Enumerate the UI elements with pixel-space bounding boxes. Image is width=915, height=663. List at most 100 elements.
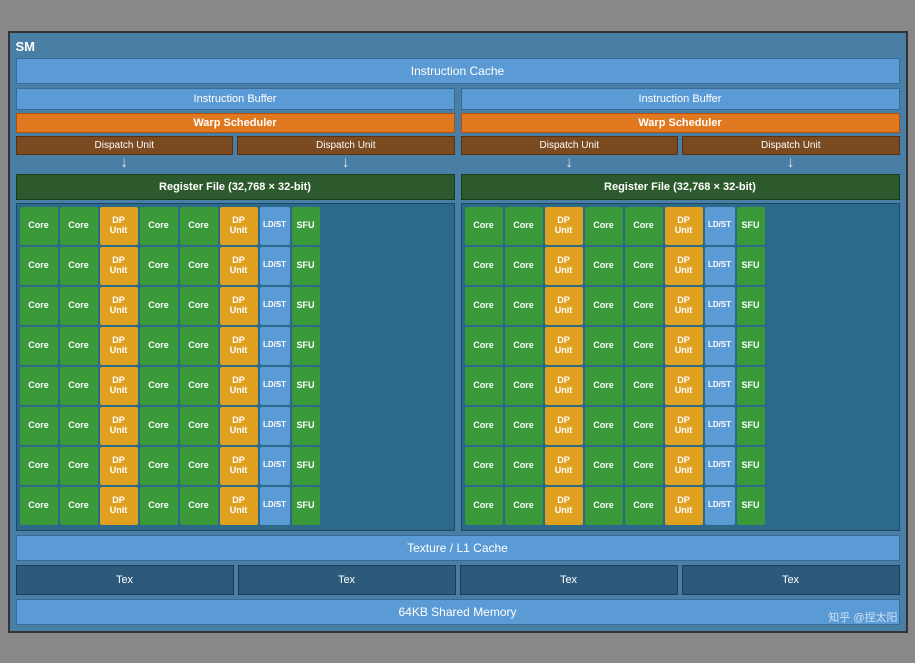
core-row: CoreCoreDP UnitCoreCoreDP UnitLD/STSFU	[465, 327, 896, 365]
right-dispatch-unit-1: Dispatch Unit ↓	[461, 136, 679, 171]
core-cell: Core	[20, 247, 58, 285]
watermark: 知乎 @捏太阳	[828, 609, 897, 625]
core-cell: Core	[140, 407, 178, 445]
dp-unit-cell: DP Unit	[220, 447, 258, 485]
core-cell: Core	[585, 407, 623, 445]
left-dispatch-unit-2: Dispatch Unit ↓	[237, 136, 455, 171]
dp-unit-cell: DP Unit	[545, 247, 583, 285]
dp-unit-cell: DP Unit	[100, 367, 138, 405]
dp-unit-cell: DP Unit	[665, 287, 703, 325]
ld/st-cell: LD/ST	[705, 407, 735, 445]
core-row: CoreCoreDP UnitCoreCoreDP UnitLD/STSFU	[465, 247, 896, 285]
core-cell: Core	[505, 327, 543, 365]
tex-box-1: Tex	[16, 565, 234, 595]
dp-unit-cell: DP Unit	[220, 407, 258, 445]
core-cell: Core	[505, 247, 543, 285]
dp-unit-cell: DP Unit	[100, 447, 138, 485]
core-row: CoreCoreDP UnitCoreCoreDP UnitLD/STSFU	[465, 407, 896, 445]
core-cell: Core	[465, 447, 503, 485]
core-cell: Core	[180, 447, 218, 485]
ld/st-cell: LD/ST	[260, 447, 290, 485]
ld/st-cell: LD/ST	[260, 367, 290, 405]
dp-unit-cell: DP Unit	[665, 407, 703, 445]
core-cell: Core	[625, 447, 663, 485]
ld/st-cell: LD/ST	[705, 327, 735, 365]
core-cell: Core	[180, 327, 218, 365]
core-cell: Core	[505, 407, 543, 445]
sfu-cell: SFU	[737, 447, 765, 485]
core-cell: Core	[140, 327, 178, 365]
two-column-section: Instruction Buffer Warp Scheduler Dispat…	[16, 88, 900, 531]
core-cell: Core	[505, 487, 543, 525]
core-cell: Core	[60, 247, 98, 285]
sfu-cell: SFU	[292, 367, 320, 405]
sfu-cell: SFU	[292, 327, 320, 365]
core-cell: Core	[505, 287, 543, 325]
ld/st-cell: LD/ST	[705, 207, 735, 245]
dp-unit-cell: DP Unit	[100, 247, 138, 285]
core-cell: Core	[465, 247, 503, 285]
dp-unit-cell: DP Unit	[665, 487, 703, 525]
tex-row: Tex Tex Tex Tex	[16, 565, 900, 595]
dp-unit-cell: DP Unit	[545, 487, 583, 525]
core-row: CoreCoreDP UnitCoreCoreDP UnitLD/STSFU	[465, 487, 896, 525]
core-cell: Core	[465, 487, 503, 525]
core-cell: Core	[20, 327, 58, 365]
right-instruction-buffer: Instruction Buffer	[461, 88, 900, 110]
left-warp-scheduler: Warp Scheduler	[16, 113, 455, 133]
left-dispatch-box-1: Dispatch Unit	[16, 136, 234, 155]
right-arrow-1: ↓	[565, 155, 573, 171]
core-cell: Core	[60, 207, 98, 245]
tex-box-4: Tex	[682, 565, 900, 595]
core-cell: Core	[465, 207, 503, 245]
sm-label: SM	[16, 39, 900, 54]
core-cell: Core	[20, 407, 58, 445]
right-arrow-2: ↓	[787, 155, 795, 171]
sfu-cell: SFU	[737, 207, 765, 245]
ld/st-cell: LD/ST	[705, 487, 735, 525]
core-cell: Core	[140, 207, 178, 245]
dp-unit-cell: DP Unit	[100, 487, 138, 525]
core-cell: Core	[625, 247, 663, 285]
ld/st-cell: LD/ST	[705, 367, 735, 405]
core-cell: Core	[180, 247, 218, 285]
dp-unit-cell: DP Unit	[100, 327, 138, 365]
dp-unit-cell: DP Unit	[100, 287, 138, 325]
core-cell: Core	[585, 447, 623, 485]
core-cell: Core	[20, 367, 58, 405]
core-cell: Core	[625, 327, 663, 365]
left-dispatch-row: Dispatch Unit ↓ Dispatch Unit ↓	[16, 136, 455, 171]
core-cell: Core	[20, 287, 58, 325]
sfu-cell: SFU	[737, 407, 765, 445]
core-cell: Core	[60, 287, 98, 325]
left-arrow-1: ↓	[120, 155, 128, 171]
core-cell: Core	[60, 407, 98, 445]
sfu-cell: SFU	[737, 487, 765, 525]
left-cores-grid: CoreCoreDP UnitCoreCoreDP UnitLD/STSFUCo…	[16, 203, 455, 531]
core-cell: Core	[180, 407, 218, 445]
dp-unit-cell: DP Unit	[665, 367, 703, 405]
ld/st-cell: LD/ST	[260, 487, 290, 525]
right-cores-grid: CoreCoreDP UnitCoreCoreDP UnitLD/STSFUCo…	[461, 203, 900, 531]
sfu-cell: SFU	[292, 487, 320, 525]
dp-unit-cell: DP Unit	[545, 407, 583, 445]
core-cell: Core	[505, 367, 543, 405]
sfu-cell: SFU	[737, 247, 765, 285]
core-row: CoreCoreDP UnitCoreCoreDP UnitLD/STSFU	[20, 367, 451, 405]
core-cell: Core	[625, 487, 663, 525]
core-row: CoreCoreDP UnitCoreCoreDP UnitLD/STSFU	[465, 367, 896, 405]
core-cell: Core	[625, 407, 663, 445]
dp-unit-cell: DP Unit	[665, 207, 703, 245]
core-cell: Core	[585, 207, 623, 245]
core-cell: Core	[505, 207, 543, 245]
dp-unit-cell: DP Unit	[665, 247, 703, 285]
core-cell: Core	[585, 247, 623, 285]
sfu-cell: SFU	[292, 207, 320, 245]
dp-unit-cell: DP Unit	[220, 367, 258, 405]
core-cell: Core	[140, 447, 178, 485]
right-half: Instruction Buffer Warp Scheduler Dispat…	[461, 88, 900, 531]
shared-memory: 64KB Shared Memory	[16, 599, 900, 625]
sfu-cell: SFU	[292, 407, 320, 445]
left-arrow-2: ↓	[342, 155, 350, 171]
core-cell: Core	[20, 447, 58, 485]
